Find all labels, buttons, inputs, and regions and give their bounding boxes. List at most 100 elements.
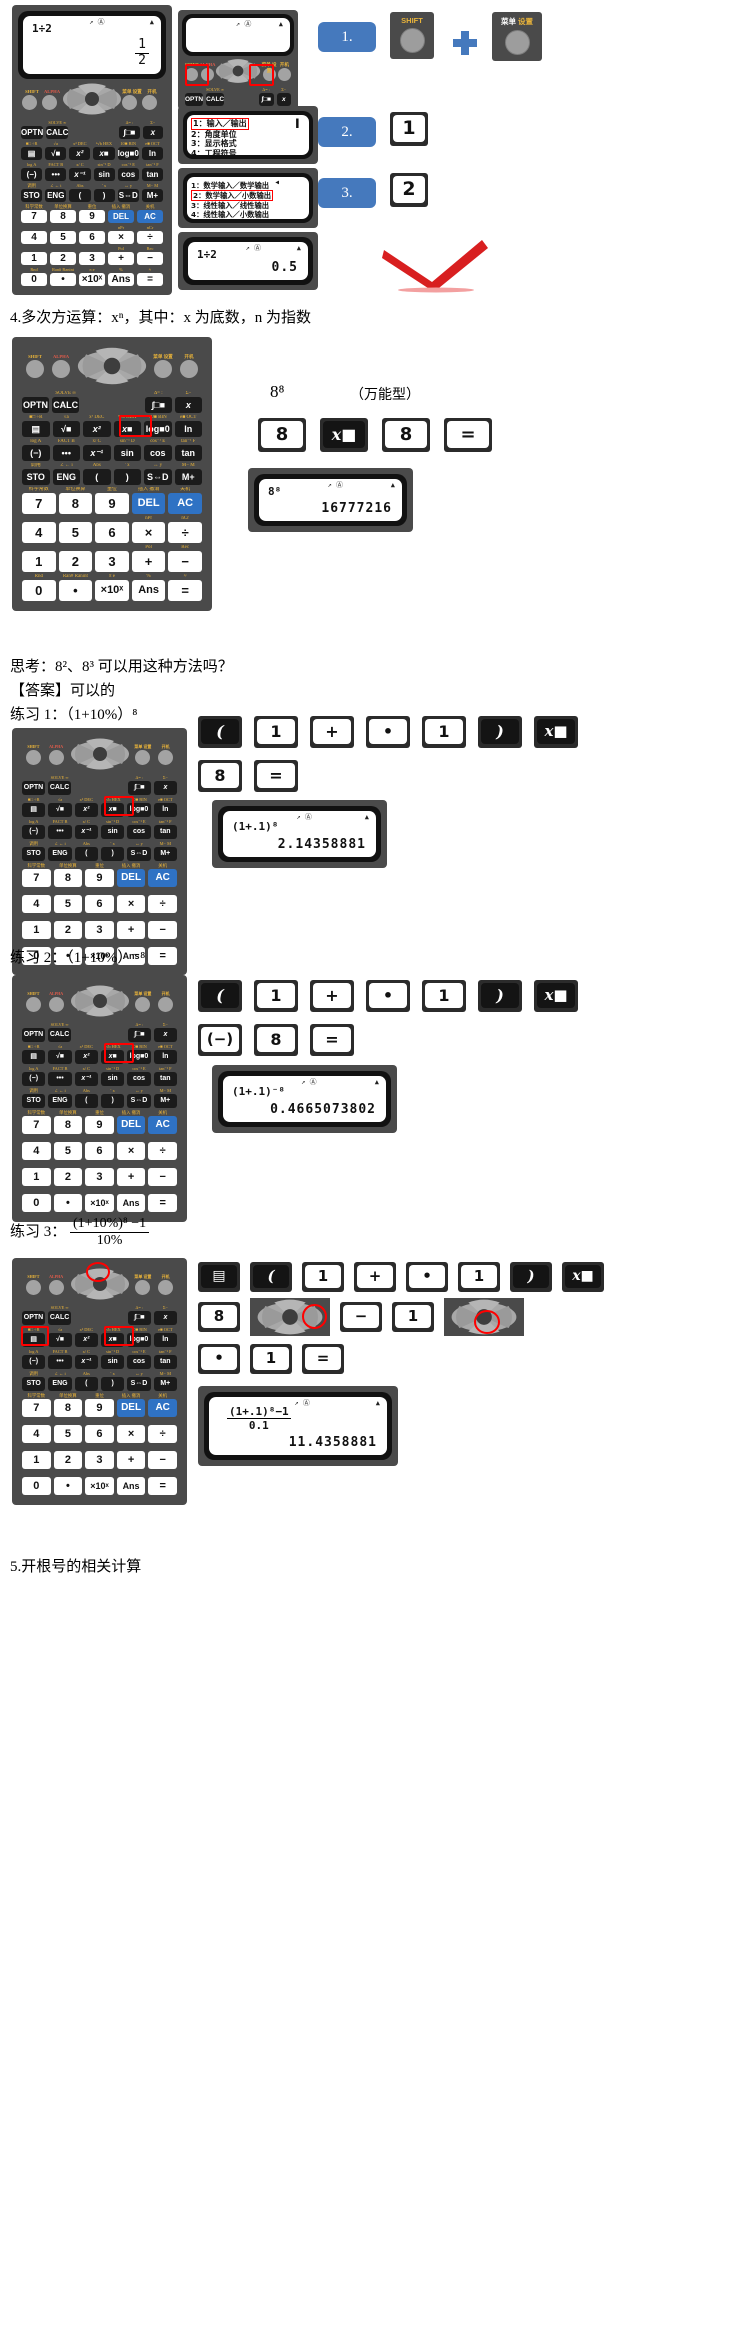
key-degree[interactable]: ••• <box>48 1355 72 1369</box>
key-row-0[interactable]: Rnd 0 Ran# Ranint • π e ×10ˣ % Ans ≈ = <box>21 267 163 286</box>
key-exponent[interactable]: ×10ˣ <box>79 273 105 286</box>
calculator-full-2[interactable]: SHIFT ALPHA 菜单 设置 开机 OPTN SOLVE ∞ CALC ∆… <box>12 337 212 611</box>
key-sqrt[interactable]: √■ <box>48 1333 72 1347</box>
key-x[interactable]: x <box>276 93 291 106</box>
key-6[interactable]: 6 <box>79 231 105 244</box>
key-plus[interactable]: + <box>131 551 166 572</box>
chip-one-3d[interactable]: 1 <box>250 1344 292 1374</box>
key-exponent[interactable]: ×10ˣ <box>85 1477 114 1495</box>
key-eng[interactable]: ENG <box>48 1094 72 1108</box>
key-x-power-n[interactable]: x■ <box>100 803 125 817</box>
key-ac[interactable]: AC <box>148 1399 177 1417</box>
key-ans[interactable]: Ans <box>116 1194 146 1212</box>
key-sin[interactable]: sin <box>113 445 141 461</box>
key-row-trig[interactable]: log A (−) FACT B ••• x/ Cx⁻¹ sin⁻¹ Dsin co… <box>21 162 164 181</box>
key-x-power-n[interactable]: x■ <box>100 1333 125 1347</box>
key-print[interactable]: ▤ <box>21 147 43 160</box>
key-ln[interactable]: ln <box>174 421 202 437</box>
chip-key-8-b[interactable]: 8 <box>382 418 430 452</box>
key-del[interactable]: DEL <box>131 493 166 514</box>
calculator-full-1[interactable]: ↗ Ⓐ ▲ 1÷2 1 2 SHIFT ALPHA 菜单 设置 开机 OPTN … <box>12 5 172 295</box>
key-decimal-point[interactable]: • <box>58 580 93 601</box>
menu-item-3[interactable]: 4：线性输入／小数输出 <box>191 210 305 219</box>
key-sto[interactable]: STO <box>22 847 46 861</box>
menu-setup-key[interactable] <box>135 1279 151 1295</box>
key-x[interactable]: x <box>174 397 202 413</box>
key-x[interactable]: x <box>153 1311 177 1325</box>
key-calc[interactable]: CALC <box>48 1028 72 1042</box>
shift-key[interactable] <box>22 94 37 110</box>
key-m-plus[interactable]: M+ <box>141 189 164 202</box>
key-7[interactable]: 7 <box>22 869 51 887</box>
key-x-inverse[interactable]: x⁻¹ <box>69 168 91 181</box>
menu-key-circle[interactable] <box>504 30 530 55</box>
key-log[interactable]: log■0 <box>127 803 151 817</box>
key-eng[interactable]: ENG <box>45 189 67 202</box>
key-log[interactable]: log■0 <box>127 1050 151 1064</box>
key-cos[interactable]: cos <box>144 445 172 461</box>
key-del[interactable]: DEL <box>116 1116 146 1134</box>
key-optn[interactable]: OPTN <box>22 397 50 413</box>
key-6[interactable]: 6 <box>85 895 114 913</box>
key-5[interactable]: 5 <box>53 1142 83 1160</box>
key-7[interactable]: 7 <box>22 1116 51 1134</box>
key-2[interactable]: 2 <box>53 921 83 939</box>
key-calc[interactable]: CALC <box>206 93 225 106</box>
key-row-456[interactable]: 4 5 6 nPr × nCr ÷ <box>21 225 163 244</box>
key-row-memory[interactable]: 调用 STO ∠ ← i ENG Abs( ′ x) ↔ y S⇔D M− M M+ <box>21 183 164 202</box>
key-s-to-d[interactable]: S⇔D <box>144 469 172 485</box>
key-ans[interactable]: Ans <box>116 1477 146 1495</box>
key-x-squared[interactable]: x² <box>69 147 91 160</box>
calculator-full-5[interactable]: SHIFT ALPHA 菜单 设置 开机 OPTN SOLVE ∞ CALC ∆… <box>12 1258 187 1505</box>
key-equals[interactable]: = <box>168 580 202 601</box>
key-4[interactable]: 4 <box>21 231 47 244</box>
key-tan[interactable]: tan <box>174 445 202 461</box>
key-0[interactable]: 0 <box>21 273 47 286</box>
key-sqrt[interactable]: √■ <box>48 803 72 817</box>
power-key[interactable] <box>158 996 174 1012</box>
key-9[interactable]: 9 <box>79 210 105 223</box>
key-cos[interactable]: cos <box>127 1355 151 1369</box>
key-plus[interactable]: + <box>108 252 134 265</box>
key-5[interactable]: 5 <box>53 895 83 913</box>
key-left-paren[interactable]: ( <box>74 1094 98 1108</box>
key-x-squared[interactable]: x² <box>83 421 111 437</box>
key-row-789[interactable]: 科学常数 7 单位换算 8 重位 9 插入 撤消 DEL 关机 AC <box>21 204 163 223</box>
key-x-inverse[interactable]: x⁻¹ <box>74 825 98 839</box>
key-optn[interactable]: OPTN <box>22 781 46 795</box>
dpad[interactable] <box>215 58 261 84</box>
key-del[interactable]: DEL <box>116 869 146 887</box>
chip-one-3[interactable]: 1 <box>302 1262 344 1292</box>
key-x-power-n[interactable]: x■ <box>113 421 141 437</box>
chip-shift-key[interactable]: SHIFT <box>390 12 434 59</box>
key-s-to-d[interactable]: S⇔D <box>117 189 139 202</box>
key-del[interactable]: DEL <box>108 210 134 223</box>
key-multiply[interactable]: × <box>108 231 134 244</box>
key-minus[interactable]: − <box>137 252 163 265</box>
chip-key-equals-a[interactable]: = <box>444 418 492 452</box>
key-divide[interactable]: ÷ <box>137 231 163 244</box>
key-9[interactable]: 9 <box>85 1399 114 1417</box>
key-multiply[interactable]: × <box>116 895 146 913</box>
key-minus[interactable]: − <box>168 551 202 572</box>
key-x-squared[interactable]: x² <box>74 803 98 817</box>
chip-equals-1[interactable]: = <box>254 760 298 792</box>
key-sin[interactable]: sin <box>93 168 115 181</box>
key-print[interactable]: ▤ <box>22 1050 46 1064</box>
key-3[interactable]: 3 <box>79 252 105 265</box>
key-ln[interactable]: ln <box>153 1333 177 1347</box>
key-6[interactable]: 6 <box>85 1142 114 1160</box>
key-divide[interactable]: ÷ <box>148 1142 177 1160</box>
chip-x-power-2[interactable]: x■ <box>534 980 578 1012</box>
key-calc[interactable]: CALC <box>52 397 80 413</box>
key-equals[interactable]: = <box>148 1194 177 1212</box>
chip-dot-2[interactable]: • <box>366 980 410 1012</box>
alpha-key[interactable] <box>52 360 70 378</box>
chip-equals-3[interactable]: = <box>302 1344 344 1374</box>
dpad[interactable] <box>74 346 150 386</box>
key-exponent[interactable]: ×10ˣ <box>85 1194 114 1212</box>
shift-key[interactable] <box>26 360 44 378</box>
key-1[interactable]: 1 <box>22 551 56 572</box>
key-log[interactable]: log■0 <box>144 421 172 437</box>
key-print[interactable]: ▤ <box>22 1333 46 1347</box>
